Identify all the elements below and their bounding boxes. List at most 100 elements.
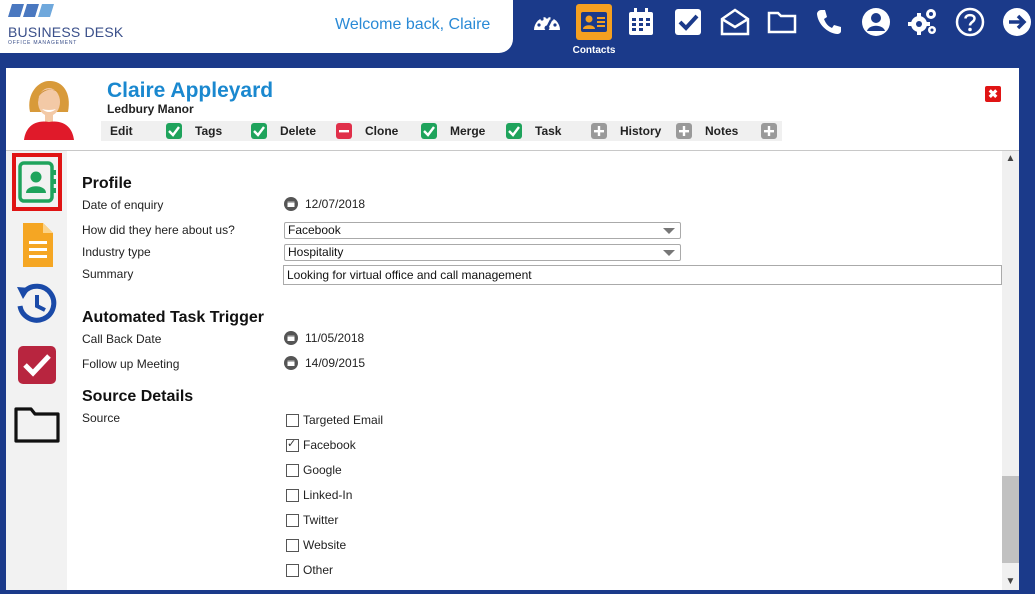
- history-action[interactable]: History: [611, 121, 697, 141]
- contact-name: Claire Appleyard: [107, 79, 274, 102]
- source-option-twitter[interactable]: Twitter: [286, 513, 338, 527]
- contacts-icon[interactable]: [576, 4, 612, 40]
- summary-label: Summary: [82, 267, 134, 281]
- action-label: Edit: [110, 124, 133, 138]
- option-label: Website: [303, 538, 347, 552]
- source-option-google[interactable]: Google: [286, 463, 342, 477]
- settings-icon[interactable]: [905, 4, 941, 40]
- option-label: Twitter: [303, 513, 339, 527]
- trigger-section-title: Automated Task Trigger: [82, 309, 264, 326]
- dropdown-arrow-icon: [663, 250, 675, 256]
- history-icon[interactable]: [12, 277, 62, 333]
- brand-logo[interactable]: BUSINESS DESK OFFICE MANAGEMENT: [8, 4, 123, 46]
- checkbox[interactable]: [286, 488, 299, 502]
- checkbox[interactable]: [286, 463, 299, 477]
- document-icon[interactable]: [12, 217, 62, 273]
- calendar-small-icon: [284, 197, 298, 211]
- merge-action[interactable]: Merge: [441, 121, 527, 141]
- plus-icon: [761, 123, 777, 139]
- follow-up-meeting-field[interactable]: 14/09/2015: [284, 356, 365, 370]
- call-back-date-label: Call Back Date: [82, 332, 162, 346]
- section-sidebar: [6, 151, 67, 590]
- scrollbar-thumb[interactable]: [1002, 476, 1019, 563]
- source-label: Source: [82, 411, 121, 425]
- summary-input[interactable]: Looking for virtual office and call mana…: [283, 265, 1002, 285]
- brand-name: BUSINESS DESK: [8, 24, 124, 40]
- source-option-linked-in[interactable]: Linked-In: [286, 488, 352, 502]
- delete-action[interactable]: Delete: [271, 121, 357, 141]
- tags-action[interactable]: Tags: [186, 121, 272, 141]
- clone-action[interactable]: Clone: [356, 121, 442, 141]
- follow-up-meeting-value: 14/09/2015: [305, 356, 366, 370]
- date-of-enquiry-field[interactable]: 12/07/2018: [284, 197, 365, 211]
- action-label: Clone: [365, 124, 399, 138]
- mail-icon[interactable]: [717, 4, 753, 40]
- calendar-small-icon: [284, 331, 298, 345]
- task-check-icon[interactable]: [12, 337, 62, 393]
- check-icon: [166, 123, 182, 139]
- close-button[interactable]: ✖: [985, 86, 1001, 102]
- edit-action[interactable]: Edit: [101, 121, 187, 141]
- top-nav-bar: BUSINESS DESK OFFICE MANAGEMENT Welcome …: [0, 0, 1035, 62]
- logout-icon[interactable]: [999, 4, 1035, 40]
- help-icon[interactable]: [952, 4, 988, 40]
- heard-about-select[interactable]: Facebook: [284, 222, 681, 239]
- task-action[interactable]: Task: [526, 121, 612, 141]
- folder-icon[interactable]: [764, 4, 800, 40]
- profile-section-title: Profile: [82, 175, 132, 192]
- tasks-icon[interactable]: [670, 4, 706, 40]
- action-label: History: [620, 124, 662, 138]
- source-section-title: Source Details: [82, 388, 194, 405]
- checkbox[interactable]: [286, 538, 299, 552]
- source-option-other[interactable]: Other: [286, 563, 333, 577]
- contact-panel: Claire Appleyard Ledbury Manor ✖ Edit Ta…: [6, 68, 1019, 590]
- folder-outline-icon[interactable]: [12, 397, 62, 453]
- brand-tagline: OFFICE MANAGEMENT: [8, 40, 78, 46]
- heard-about-label: How did they here about us?: [82, 223, 235, 237]
- user-icon[interactable]: [858, 4, 894, 40]
- checkbox[interactable]: [286, 563, 299, 577]
- industry-type-select[interactable]: Hospitality: [284, 244, 681, 261]
- action-label: Notes: [705, 124, 739, 138]
- checkbox[interactable]: [286, 413, 299, 427]
- contact-header: Claire Appleyard Ledbury Manor ✖ Edit Ta…: [6, 68, 1019, 151]
- welcome-message: Welcome back, Claire: [335, 16, 491, 33]
- option-label: Facebook: [303, 438, 356, 452]
- calendar-icon[interactable]: [623, 4, 659, 40]
- check-icon: [251, 123, 267, 139]
- action-label: Delete: [280, 124, 317, 138]
- notes-action[interactable]: Notes: [696, 121, 782, 141]
- source-option-facebook[interactable]: Facebook: [286, 437, 356, 452]
- content-scrollbar[interactable]: ▲ ▼: [1002, 151, 1019, 590]
- checkbox[interactable]: [286, 513, 299, 527]
- check-icon: [506, 123, 522, 139]
- industry-type-value: Hospitality: [288, 245, 344, 259]
- action-label: Task: [535, 124, 562, 138]
- phone-icon[interactable]: [811, 4, 847, 40]
- action-label: Tags: [195, 124, 223, 138]
- call-back-date-value: 11/05/2018: [305, 331, 365, 345]
- scroll-down-icon[interactable]: ▼: [1002, 574, 1019, 590]
- profile-content: Profile Date of enquiry 12/07/2018 How d…: [67, 151, 1002, 590]
- checkbox-checked[interactable]: [286, 437, 299, 452]
- minus-icon: [336, 123, 352, 139]
- call-back-date-field[interactable]: 11/05/2018: [284, 331, 364, 345]
- source-option-targeted-email[interactable]: Targeted Email: [286, 413, 383, 427]
- action-label: Merge: [450, 124, 486, 138]
- option-label: Linked-In: [303, 488, 353, 502]
- source-option-website[interactable]: Website: [286, 538, 346, 552]
- calendar-small-icon: [284, 356, 298, 370]
- plus-icon: [676, 123, 692, 139]
- active-nav-label: Contacts: [572, 45, 616, 56]
- contact-company: Ledbury Manor: [107, 102, 194, 116]
- scroll-up-icon[interactable]: ▲: [1002, 151, 1019, 167]
- check-icon: [421, 123, 437, 139]
- dashboard-icon[interactable]: [529, 4, 565, 40]
- logo-bars-icon: [8, 4, 54, 17]
- option-label: Other: [303, 563, 334, 577]
- dropdown-arrow-icon: [663, 228, 675, 234]
- avatar: [18, 78, 80, 140]
- option-label: Google: [303, 463, 342, 477]
- date-of-enquiry-value: 12/07/2018: [305, 197, 366, 211]
- profile-card-icon[interactable]: [12, 153, 62, 211]
